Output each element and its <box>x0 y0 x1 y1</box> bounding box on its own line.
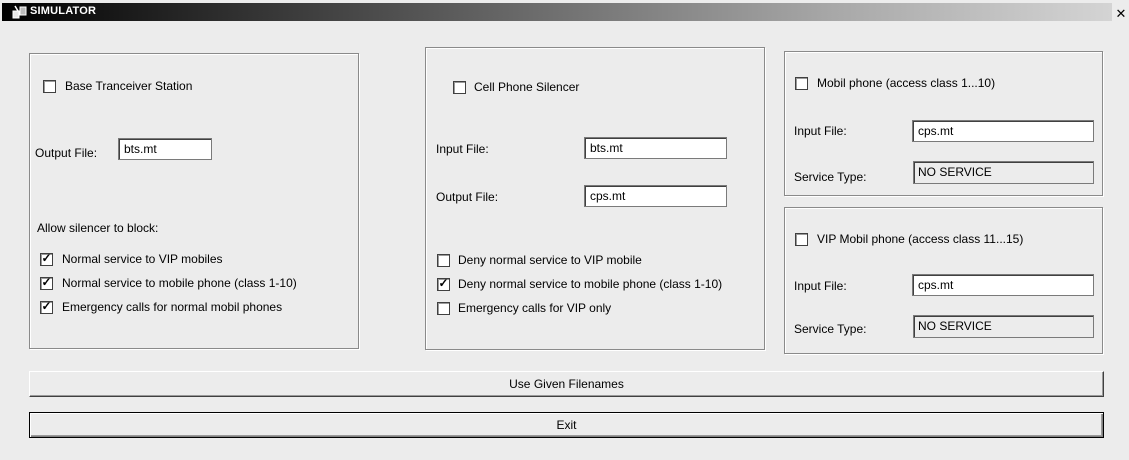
bts-option-label: Emergency calls for normal mobil phones <box>62 300 283 314</box>
vip-input-label: Input File: <box>794 279 847 293</box>
vip-checkbox-label: VIP Mobil phone (access class 11...15) <box>817 232 1024 246</box>
bts-allow-label: Allow silencer to block: <box>37 221 159 235</box>
check-mark-icon: ✓ <box>41 275 52 289</box>
exit-button[interactable]: Exit <box>29 412 1104 438</box>
check-mark-icon: ✓ <box>41 299 52 313</box>
mobil-checkbox[interactable] <box>795 77 808 90</box>
cps-input-field[interactable]: bts.mt <box>584 137 727 159</box>
bts-option-label: Normal service to mobile phone (class 1-… <box>62 276 297 290</box>
use-given-filenames-button[interactable]: Use Given Filenames <box>29 371 1104 397</box>
cps-input-label: Input File: <box>436 142 489 156</box>
vip-checkbox[interactable] <box>795 233 808 246</box>
cps-option-label: Deny normal service to VIP mobile <box>458 253 642 267</box>
cps-option-checkbox[interactable] <box>437 302 450 315</box>
window-title: SIMULATOR <box>30 5 97 17</box>
check-mark-icon: ✓ <box>41 251 52 265</box>
simulator-window: SIMULATOR ✕ Base Tranceiver Station Outp… <box>0 0 1129 460</box>
mobil-service-field: NO SERVICE <box>913 161 1094 184</box>
mobil-service-label: Service Type: <box>794 170 867 184</box>
bts-checkbox[interactable] <box>43 80 56 93</box>
mobil-input-label: Input File: <box>794 124 847 138</box>
cps-option-checkbox[interactable] <box>437 254 450 267</box>
vip-service-label: Service Type: <box>794 322 867 336</box>
vip-input-field[interactable]: cps.mt <box>912 274 1094 296</box>
cps-checkbox-label: Cell Phone Silencer <box>474 80 580 94</box>
check-mark-icon: ✓ <box>438 276 449 290</box>
mobil-checkbox-label: Mobil phone (access class 1...10) <box>817 76 996 90</box>
cps-checkbox[interactable] <box>453 81 466 94</box>
cps-output-label: Output File: <box>436 190 499 204</box>
bts-output-field[interactable]: bts.mt <box>118 138 212 160</box>
vip-service-field: NO SERVICE <box>913 315 1094 338</box>
bts-option-label: Normal service to VIP mobiles <box>62 252 223 266</box>
close-icon[interactable]: ✕ <box>1115 7 1127 20</box>
cps-output-field[interactable]: cps.mt <box>584 185 727 207</box>
cps-option-label: Deny normal service to mobile phone (cla… <box>458 277 723 291</box>
bts-option-checkbox[interactable]: ✓ <box>40 275 53 290</box>
cps-option-checkbox[interactable]: ✓ <box>437 276 450 291</box>
bts-checkbox-label: Base Tranceiver Station <box>65 79 193 93</box>
mobil-input-field[interactable]: cps.mt <box>912 120 1094 142</box>
bts-option-checkbox[interactable]: ✓ <box>40 251 53 266</box>
bts-option-checkbox[interactable]: ✓ <box>40 299 53 314</box>
app-icon <box>12 5 27 19</box>
title-bar[interactable]: SIMULATOR <box>2 3 1112 21</box>
cps-option-label: Emergency calls for VIP only <box>458 301 612 315</box>
bts-output-label: Output File: <box>35 146 98 160</box>
